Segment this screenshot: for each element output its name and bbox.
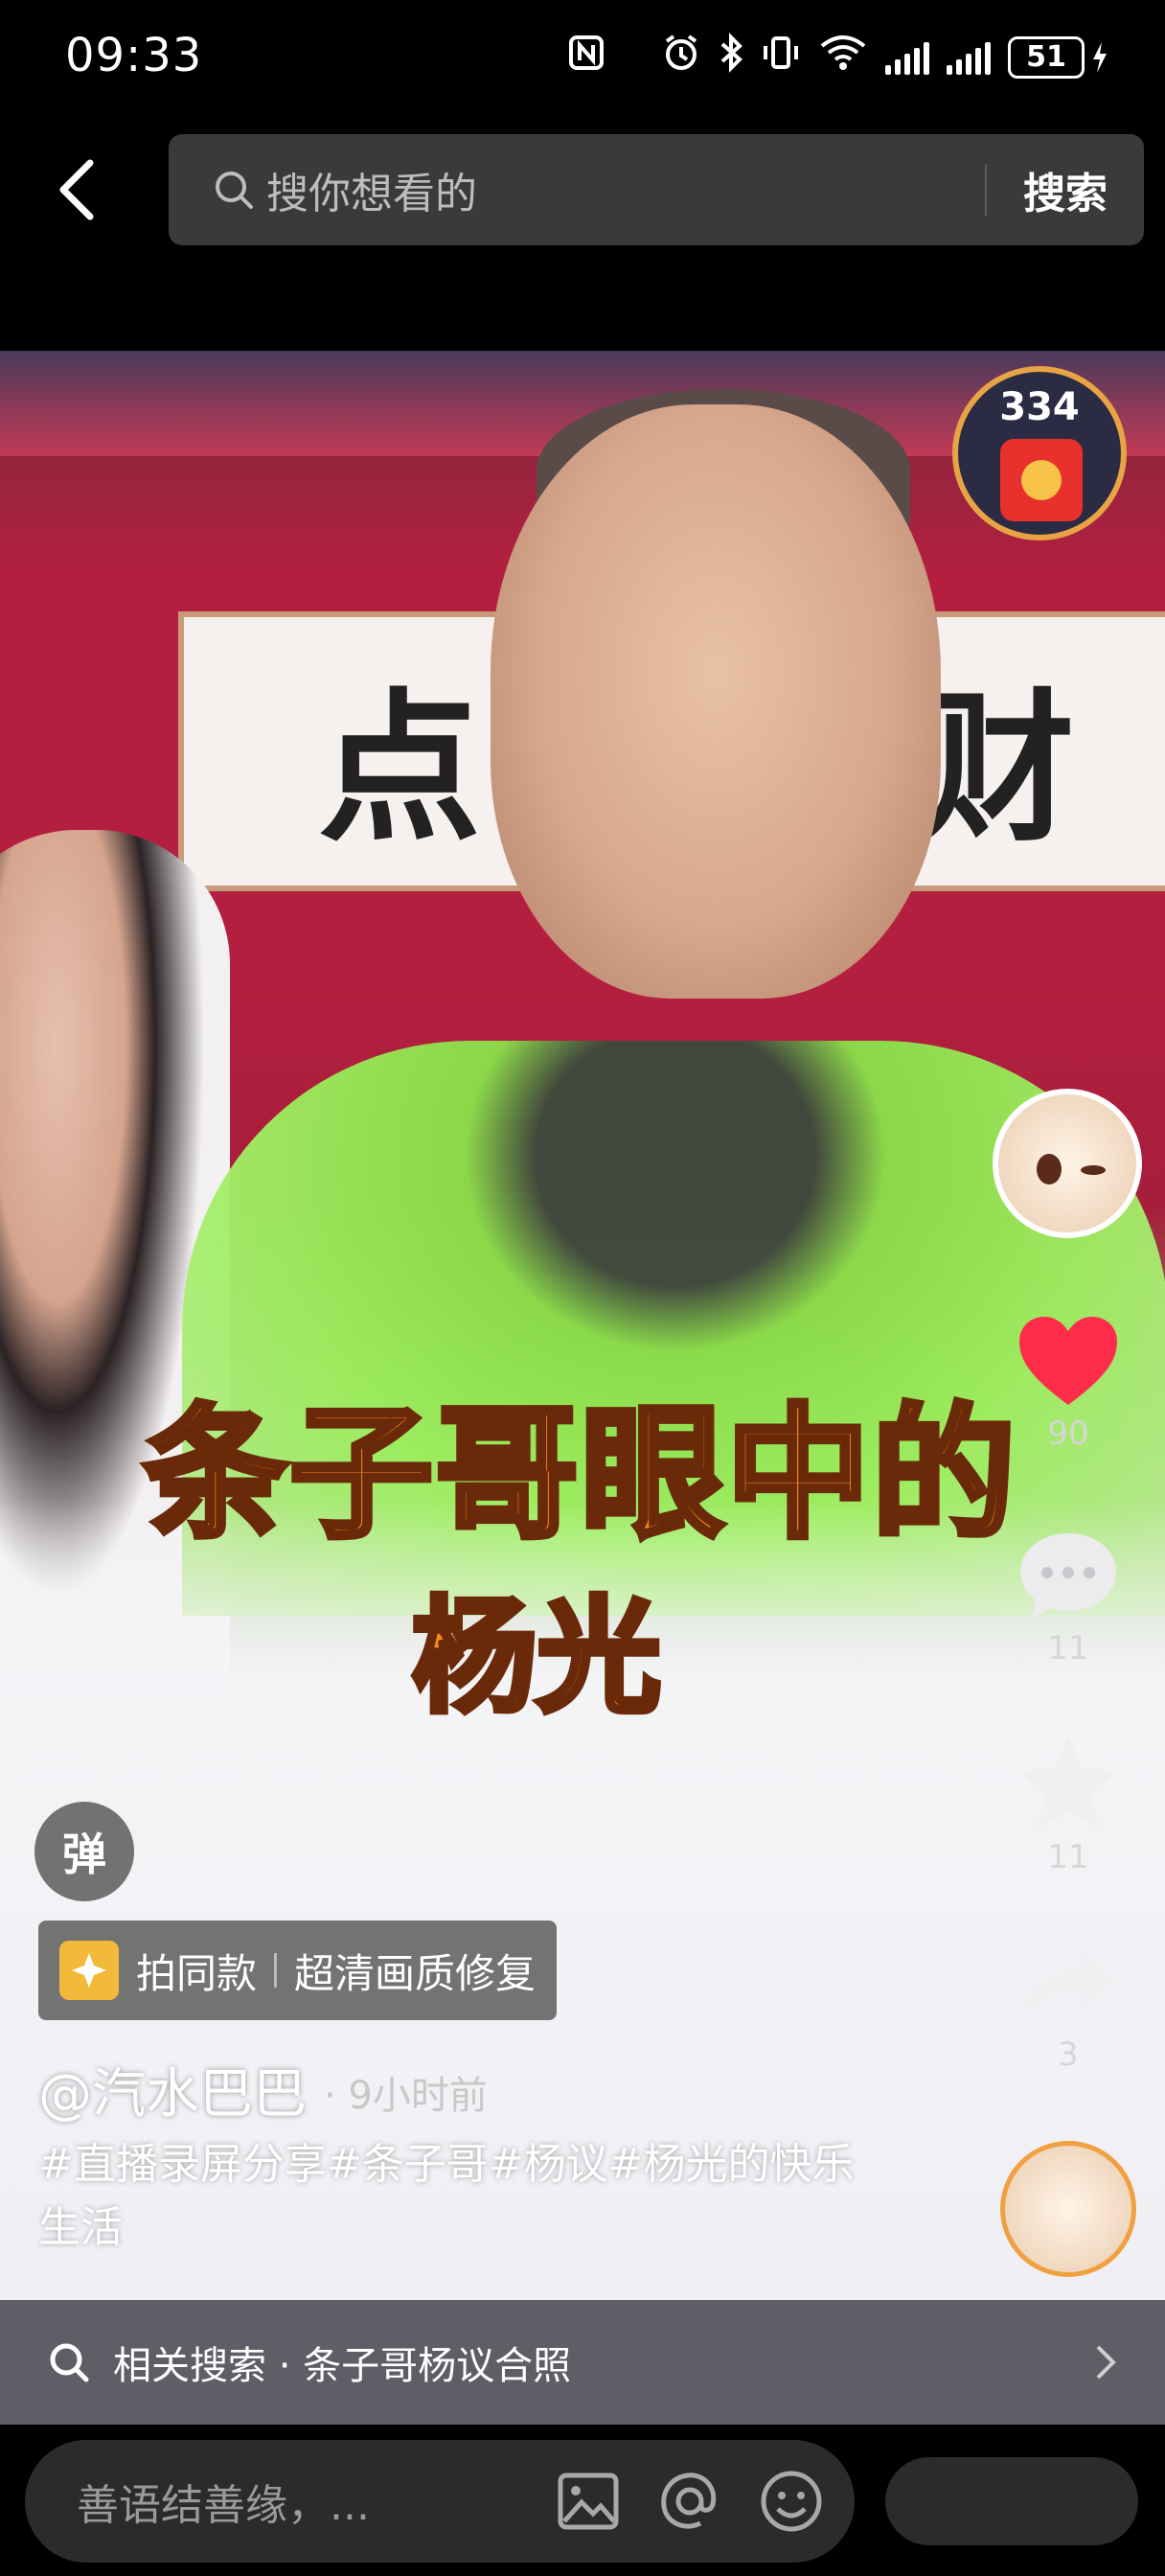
video-caption-line2: 杨光	[409, 1584, 664, 1730]
alarm-icon	[661, 33, 701, 81]
favorite-count: 11	[1047, 1838, 1089, 1876]
signal-icon	[885, 40, 929, 75]
sparkle-icon	[59, 1941, 119, 2000]
signal-icon-2	[947, 40, 991, 75]
wifi-icon	[818, 33, 868, 81]
red-packet-button[interactable]: 334	[952, 366, 1127, 540]
music-disc-avatar[interactable]	[1000, 2141, 1136, 2277]
same-style-label[interactable]: 拍同款	[136, 1942, 257, 2000]
star-icon	[1020, 1736, 1116, 1828]
battery-indicator: 51	[1008, 35, 1109, 79]
battery-level: 51	[1008, 35, 1085, 79]
heart-icon	[1019, 1317, 1117, 1405]
comment-icon	[1020, 1533, 1116, 1618]
post-time: · 9小时前	[324, 2074, 488, 2118]
image-icon[interactable]	[550, 2463, 627, 2540]
search-bar[interactable]: 搜你想看的 搜索	[169, 134, 1144, 245]
search-divider	[985, 164, 987, 216]
share-arrow-icon	[1018, 1945, 1118, 2026]
search-icon	[44, 2337, 94, 2387]
author-name[interactable]: @汽水巴巴	[38, 2051, 307, 2128]
video-caption-line1: 条子哥眼中的	[141, 1392, 1018, 1558]
red-envelope-icon	[1000, 439, 1083, 521]
search-input[interactable]: 搜你想看的	[266, 159, 985, 220]
share-count: 3	[1058, 2036, 1079, 2074]
search-button[interactable]: 搜索	[1023, 159, 1108, 220]
back-button[interactable]	[48, 151, 105, 228]
related-search-label: 相关搜索 · 条子哥杨议合照	[113, 2344, 572, 2388]
hd-repair-label[interactable]: 超清画质修复	[294, 1942, 536, 2000]
chip-divider	[274, 1953, 278, 1988]
status-icons: 51	[567, 33, 1109, 81]
send-button[interactable]	[885, 2457, 1138, 2545]
status-bar: 09:33 51	[0, 0, 1165, 121]
same-style-chip[interactable]: 拍同款 超清画质修复	[38, 1920, 558, 2020]
chevron-right-icon	[1086, 2337, 1125, 2387]
like-button[interactable]: 90	[1006, 1313, 1131, 1453]
status-time: 09:33	[65, 29, 203, 82]
sign-char-left: 点	[318, 673, 482, 864]
like-count: 90	[1047, 1414, 1089, 1453]
share-button[interactable]: 3	[1006, 1942, 1131, 2074]
red-packet-count: 334	[999, 385, 1080, 429]
nfc-icon	[567, 34, 605, 80]
bluetooth-icon	[719, 33, 743, 81]
video-person-face	[491, 404, 941, 999]
author-avatar[interactable]	[993, 1089, 1142, 1238]
video-description[interactable]: #直播录屏分享#条子哥#杨议#杨光的快乐生活	[38, 2133, 881, 2260]
related-search-bar[interactable]: 相关搜索 · 条子哥杨议合照	[0, 2300, 1165, 2425]
charging-icon	[1093, 41, 1107, 73]
mention-icon[interactable]	[651, 2463, 728, 2540]
vibrate-icon	[761, 33, 801, 81]
danmu-toggle[interactable]: 弹	[34, 1802, 134, 1901]
favorite-button[interactable]: 11	[1006, 1733, 1131, 1876]
emoji-icon[interactable]	[753, 2463, 830, 2540]
comment-button[interactable]: 11	[1006, 1528, 1131, 1668]
comment-input-bar[interactable]: 善语结善缘，...	[25, 2440, 855, 2563]
comment-input[interactable]: 善语结善缘，...	[77, 2471, 550, 2532]
search-icon	[207, 163, 261, 217]
chevron-left-icon	[59, 159, 94, 220]
comment-count: 11	[1047, 1629, 1089, 1668]
